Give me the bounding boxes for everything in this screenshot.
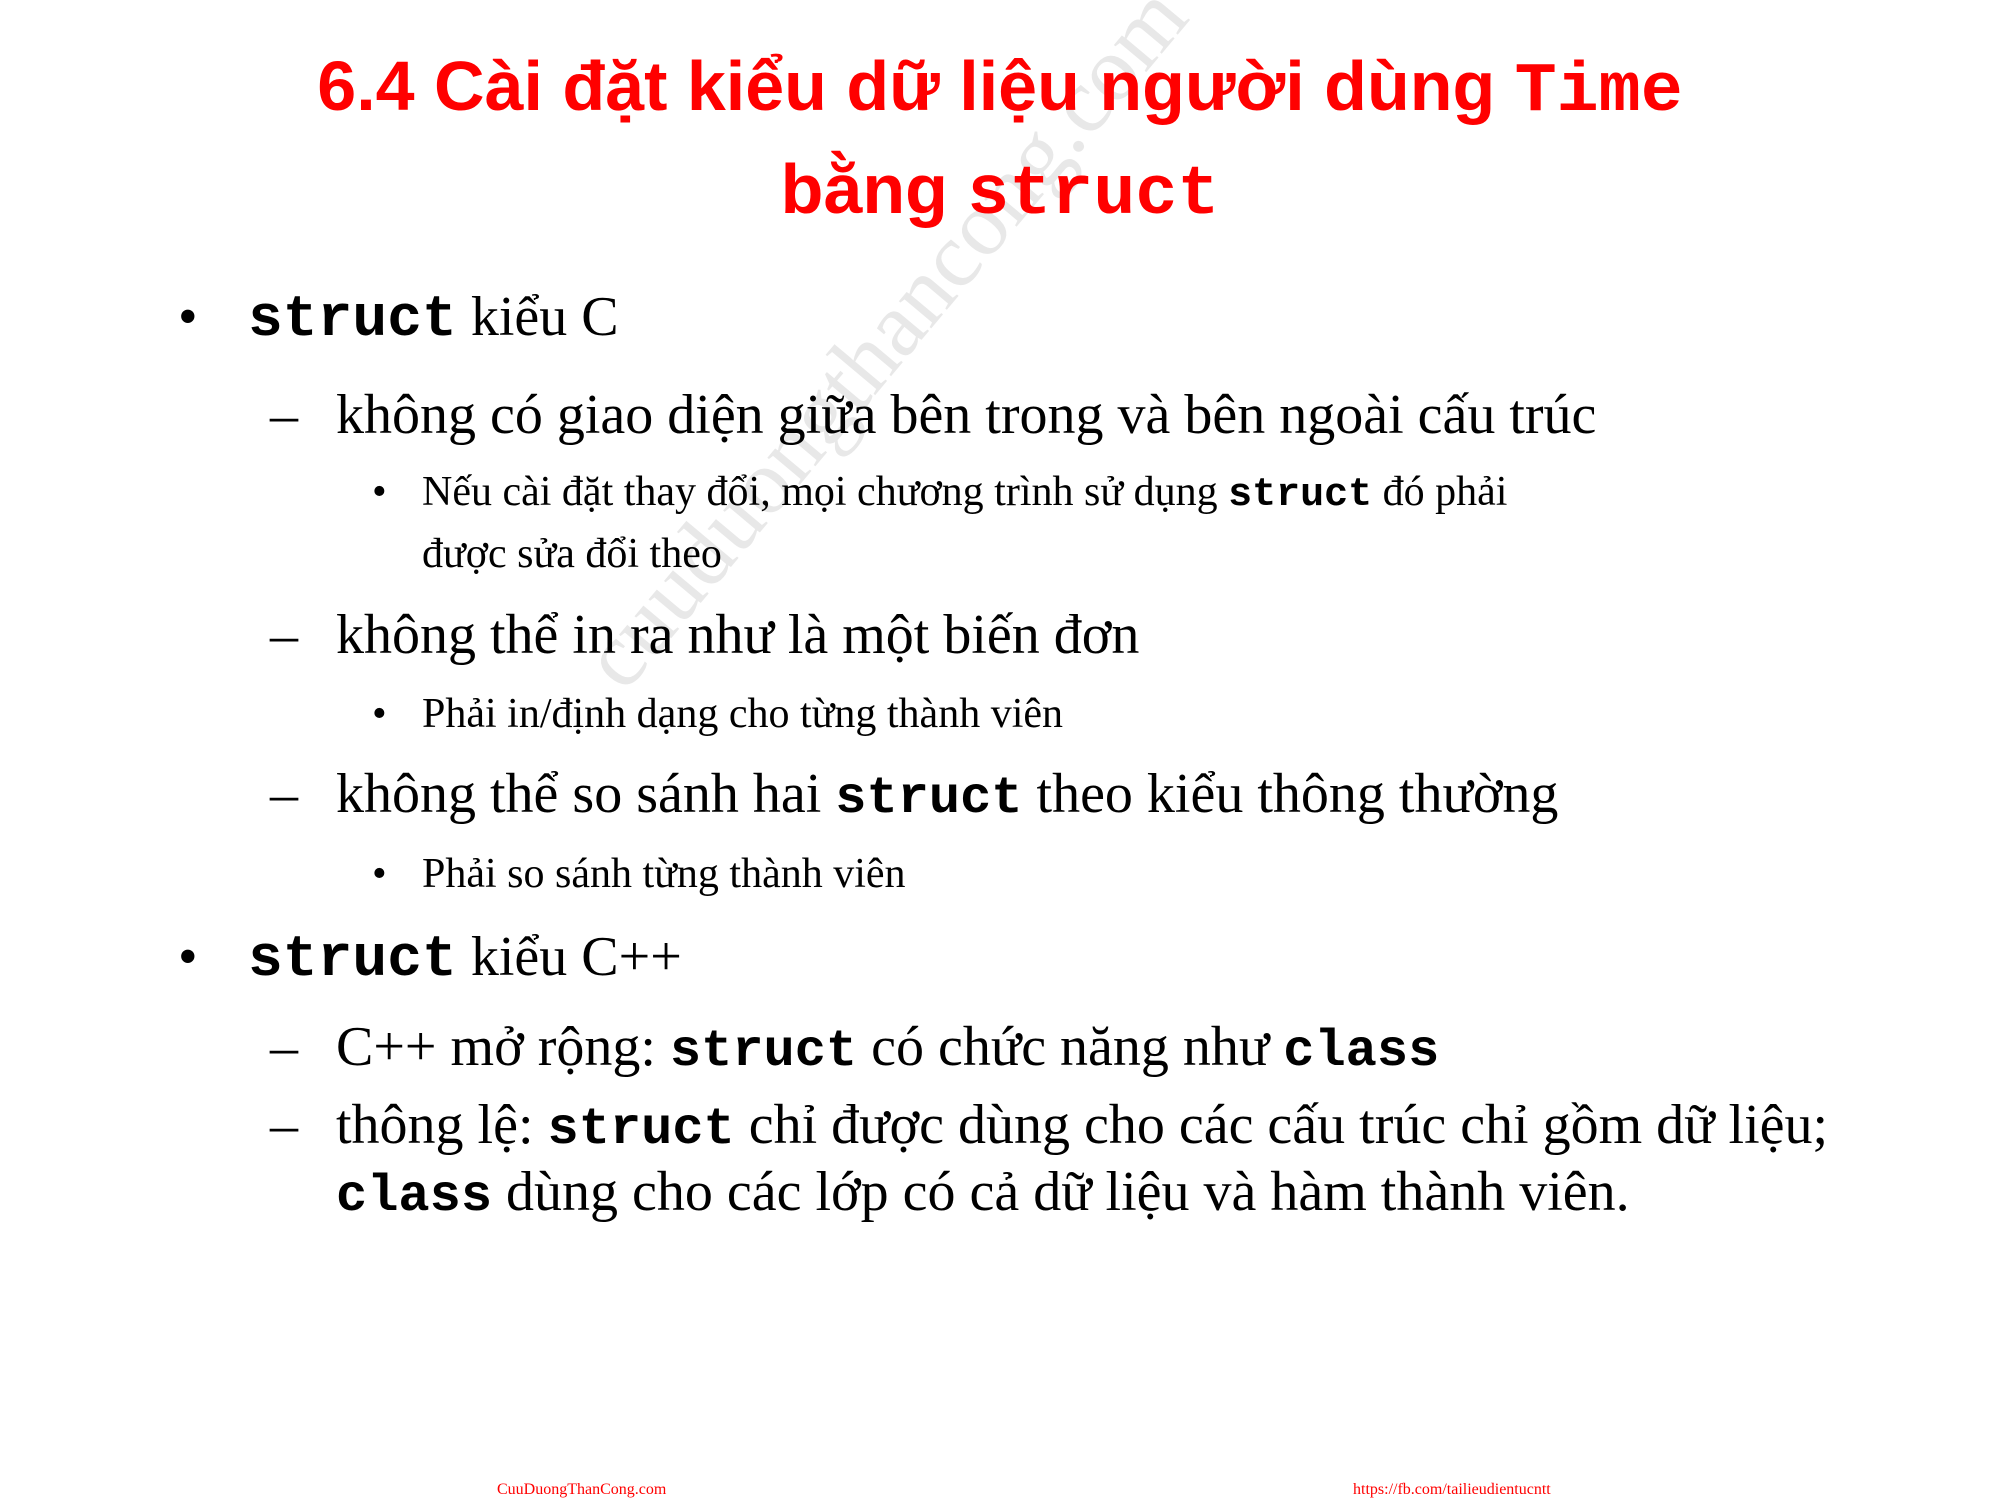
subitem-text: không có giao diện giữa bên trong và bên… [336, 384, 1597, 446]
text: Nếu cài đặt thay đổi, mọi chương trình s… [422, 469, 1229, 515]
code-class: class [1283, 1022, 1440, 1081]
text: dùng cho các lớp có cả dữ liệu và hàm th… [492, 1161, 1630, 1223]
slide-title: 6.4 Cài đặt kiểu dữ liệu người dùng Time… [0, 38, 2000, 244]
code-class: class [336, 1167, 493, 1226]
subsubitem-text: Phải in/định dạng cho từng thành viên [422, 691, 1064, 737]
dash-marker: – [270, 384, 298, 446]
title-line-1: 6.4 Cài đặt kiểu dữ liệu người dùng Time [0, 38, 2000, 141]
footer-left-source: CuuDuongThanCong.com [497, 1481, 667, 1498]
text: chỉ được dùng cho các cấu trúc chỉ gồm d… [734, 1094, 1829, 1156]
dash-marker: – [270, 604, 298, 666]
text: kiểu C [456, 286, 619, 348]
dash-marker: – [270, 1016, 298, 1078]
title-text-2: bằng [780, 150, 968, 228]
dash-marker: – [270, 1094, 298, 1156]
subsubitem-text: Phải so sánh từng thành viên [422, 851, 906, 897]
dash-marker: – [270, 763, 298, 825]
slide: cuuduongthancong.com 6.4 Cài đặt kiểu dữ… [0, 0, 2000, 1500]
bullet-marker: • [178, 926, 198, 988]
subitem-text: thông lệ: struct chỉ được dùng cho các c… [336, 1093, 1828, 1159]
title-text: 6.4 Cài đặt kiểu dữ liệu người dùng [317, 47, 1515, 125]
title-line-2: bằng struct [0, 141, 2000, 244]
subitem-text: không thể in ra như là một biến đơn [336, 604, 1140, 666]
code-struct: struct [248, 288, 457, 353]
text: C++ mở rộng: [336, 1016, 670, 1078]
bullet-marker: • [372, 469, 387, 515]
bullet-text: struct kiểu C [248, 285, 619, 353]
code-struct: struct [669, 1022, 858, 1081]
subsubitem-text: được sửa đổi theo [422, 531, 722, 577]
bullet-marker: • [372, 851, 387, 897]
code-struct: struct [547, 1100, 735, 1159]
footer-right-link: https://fb.com/tailieudientucntt [1353, 1481, 1551, 1498]
text: theo kiểu thông thường [1022, 763, 1559, 825]
text: kiểu C++ [456, 926, 682, 988]
code-struct: struct [1228, 473, 1373, 518]
code-struct: struct [248, 928, 457, 993]
subitem-text: class dùng cho các lớp có cả dữ liệu và … [336, 1160, 1630, 1226]
text: không thể so sánh hai [336, 763, 836, 825]
bullet-marker: • [178, 286, 198, 348]
subitem-text: C++ mở rộng: struct có chức năng như cla… [336, 1015, 1439, 1081]
title-code-struct: struct [967, 156, 1220, 235]
text: đó phải [1372, 469, 1508, 515]
bullet-text: struct kiểu C++ [248, 925, 682, 993]
subsubitem-text: Nếu cài đặt thay đổi, mọi chương trình s… [422, 468, 1507, 518]
text: có chức năng như [857, 1016, 1284, 1078]
subitem-text: không thể so sánh hai struct theo kiểu t… [336, 762, 1558, 828]
bullet-marker: • [372, 691, 387, 737]
title-code-time: Time [1514, 53, 1683, 132]
code-struct: struct [835, 769, 1023, 828]
text: thông lệ: [336, 1094, 548, 1156]
